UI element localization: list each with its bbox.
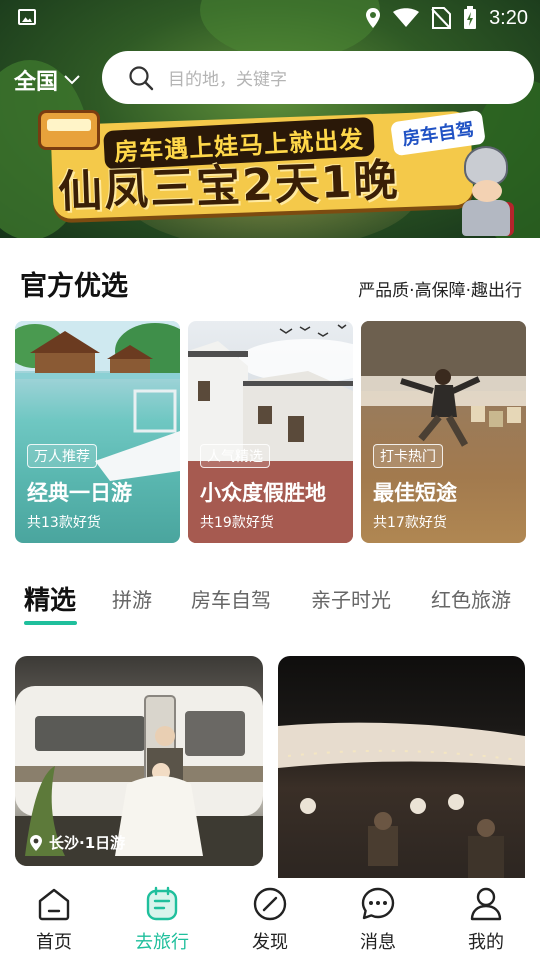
- pick-card-hidden-resort[interactable]: 人气精选 小众度假胜地 共19款好货: [188, 321, 353, 543]
- search-bar[interactable]: 目的地，关键字: [102, 51, 534, 104]
- section-title: 官方优选: [20, 271, 128, 302]
- tab-family-time[interactable]: 亲子时光: [311, 584, 391, 613]
- official-picks: 万人推荐 经典一日游 共13款好货 人气精选 小众度假胜地 共19款好货 打卡热…: [15, 321, 526, 543]
- card-title: 最佳短途: [373, 481, 457, 505]
- card-tag: 万人推荐: [27, 444, 97, 468]
- clock: 3:20: [489, 6, 528, 29]
- card-image: [188, 321, 353, 543]
- region-label: 全国: [14, 70, 59, 95]
- active-tab-indicator: [24, 621, 77, 625]
- nav-discover[interactable]: 发现: [216, 878, 324, 960]
- section-slogan: 严品质·高保障·趣出行: [358, 281, 522, 301]
- feed-card[interactable]: 长沙·1日游: [15, 656, 263, 866]
- compass-icon: [253, 887, 287, 921]
- user-icon: [470, 887, 502, 921]
- category-tabs: 精选 拼游 房车自驾 亲子时光 红色旅游: [0, 570, 540, 630]
- travel-ticket-icon: [146, 886, 178, 921]
- feed-card[interactable]: [278, 656, 525, 880]
- card-count: 共19款好货: [200, 515, 274, 531]
- region-selector[interactable]: 全国: [14, 64, 80, 96]
- tab-featured[interactable]: 精选: [24, 580, 76, 617]
- tab-group-tour[interactable]: 拼游: [112, 584, 152, 613]
- chat-bubble-icon: [361, 887, 395, 920]
- no-sim-icon: [431, 7, 452, 29]
- feed-card-image: [278, 722, 525, 880]
- feed-list: 长沙·1日游: [0, 656, 540, 880]
- nav-home[interactable]: 首页: [0, 878, 108, 960]
- status-bar: 3:20: [0, 0, 540, 36]
- nav-profile[interactable]: 我的: [432, 878, 540, 960]
- feed-location-label: 长沙·1日游: [49, 834, 126, 852]
- card-title: 经典一日游: [27, 481, 132, 505]
- card-image: [361, 321, 526, 543]
- search-icon: [129, 65, 154, 90]
- official-picks-header: 官方优选 严品质·高保障·趣出行: [0, 238, 540, 318]
- card-count: 共17款好货: [373, 515, 447, 531]
- card-count: 共13款好货: [27, 515, 101, 531]
- search-placeholder: 目的地，关键字: [168, 70, 287, 90]
- banner-title: 仙凤三宝2天1晚: [57, 155, 401, 218]
- nav-travel[interactable]: 去旅行: [108, 878, 216, 960]
- card-tag: 人气精选: [200, 444, 270, 468]
- rv-illustration: [38, 110, 100, 150]
- chevron-down-icon: [64, 75, 80, 85]
- knight-mascot: [458, 146, 514, 236]
- home-icon: [38, 888, 70, 921]
- nav-messages[interactable]: 消息: [324, 878, 432, 960]
- bottom-nav: 首页 去旅行 发现 消息 我的: [0, 878, 540, 960]
- feed-location: 长沙·1日游: [29, 832, 125, 853]
- tab-rv-self-drive[interactable]: 房车自驾: [191, 584, 271, 613]
- card-tag: 打卡热门: [373, 444, 443, 468]
- pick-card-best-short-trip[interactable]: 打卡热门 最佳短途 共17款好货: [361, 321, 526, 543]
- nav-home-label: 首页: [36, 932, 72, 953]
- nav-travel-label: 去旅行: [135, 932, 189, 953]
- nav-discover-label: 发现: [252, 932, 288, 953]
- card-title: 小众度假胜地: [200, 481, 326, 505]
- nav-messages-label: 消息: [360, 932, 396, 953]
- battery-icon: [464, 6, 477, 29]
- pick-card-classic-day-tour[interactable]: 万人推荐 经典一日游 共13款好货: [15, 321, 180, 543]
- card-image: [15, 321, 180, 543]
- nav-profile-label: 我的: [468, 932, 504, 953]
- location-pin-icon: [30, 834, 42, 851]
- gallery-notification-icon: [18, 9, 36, 25]
- tab-red-tourism[interactable]: 红色旅游: [431, 584, 511, 613]
- location-icon: [366, 8, 381, 28]
- wifi-icon: [393, 8, 420, 27]
